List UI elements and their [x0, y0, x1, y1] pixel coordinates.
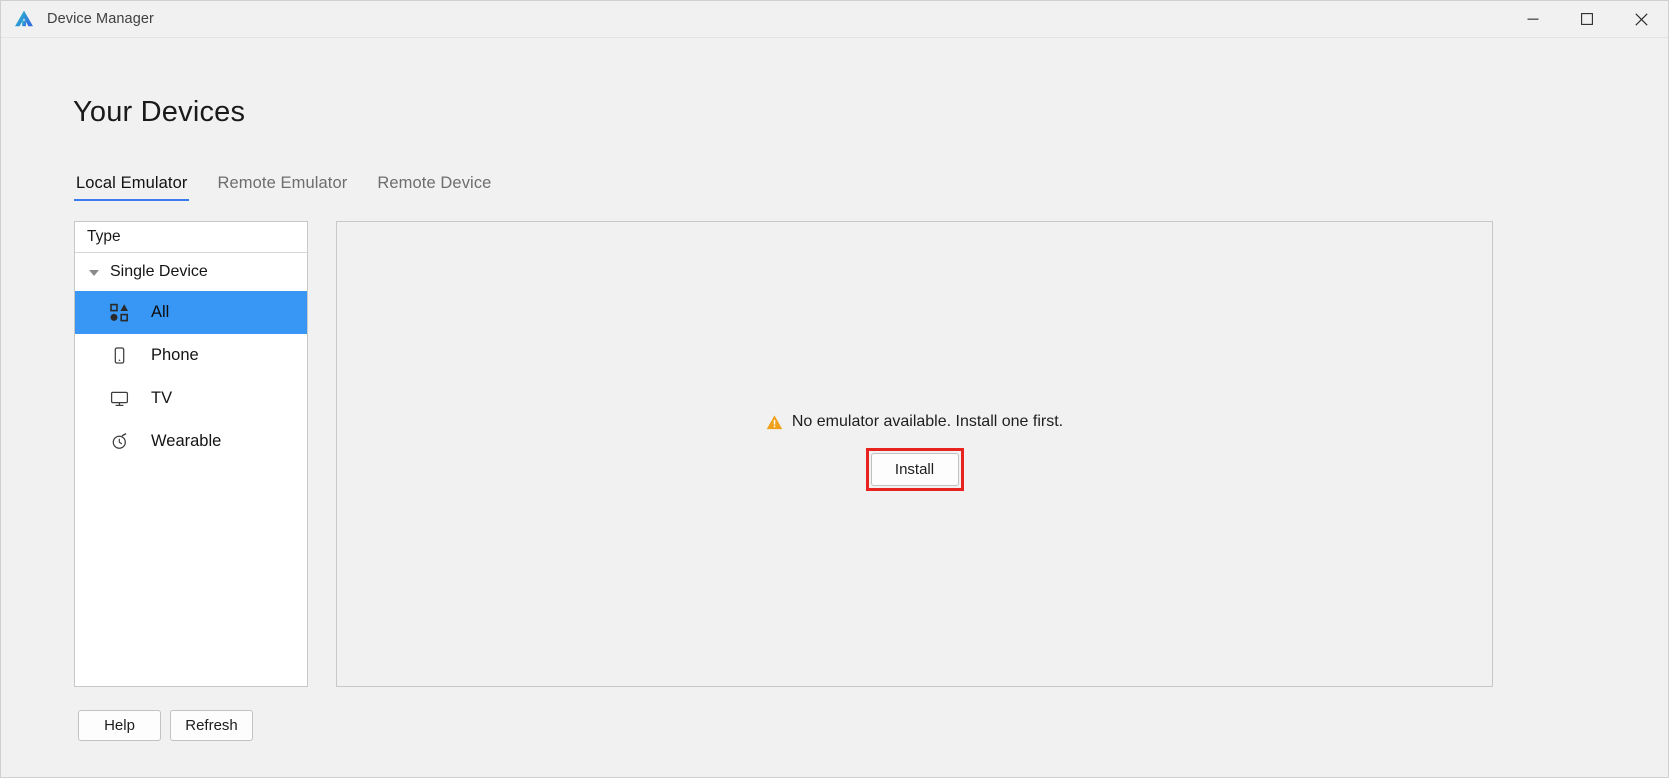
empty-state-message: No emulator available. Install one first…: [791, 413, 1064, 430]
caret-down-icon[interactable]: [89, 270, 99, 276]
close-icon: [1634, 12, 1648, 26]
help-button[interactable]: Help: [78, 710, 161, 741]
type-sidebar: Type Single Device All Phone TV Wearable: [74, 221, 308, 687]
tree-group-label: Single Device: [110, 263, 208, 280]
install-button-highlight: Install: [865, 448, 964, 491]
footer-buttons: Help Refresh: [78, 710, 253, 741]
deveco-logo-icon: [13, 8, 35, 30]
warning-triangle-icon: [766, 414, 783, 431]
tab-bar: Local Emulator Remote Emulator Remote De…: [74, 174, 493, 201]
sidebar-item-all[interactable]: All: [75, 291, 307, 334]
sidebar-item-wearable[interactable]: Wearable: [75, 420, 307, 463]
minimize-icon: [1527, 18, 1539, 20]
title-bar-left: Device Manager: [1, 8, 154, 30]
install-button[interactable]: Install: [870, 453, 959, 486]
empty-state: No emulator available. Install one first…: [766, 413, 1063, 491]
title-bar: Device Manager: [1, 1, 1668, 38]
sidebar-item-label: Phone: [151, 346, 199, 364]
tab-remote-device[interactable]: Remote Device: [375, 174, 493, 201]
refresh-button[interactable]: Refresh: [170, 710, 253, 741]
phone-icon: [109, 346, 129, 366]
sidebar-header: Type: [75, 222, 307, 253]
tab-remote-emulator[interactable]: Remote Emulator: [215, 174, 349, 201]
main-row: Type Single Device All Phone TV Wearable…: [74, 221, 1493, 687]
device-detail-panel: No emulator available. Install one first…: [336, 221, 1493, 687]
sidebar-item-label: TV: [151, 389, 173, 407]
main-content: Your Devices Local Emulator Remote Emula…: [1, 38, 1668, 777]
tab-local-emulator[interactable]: Local Emulator: [74, 174, 190, 201]
minimize-button[interactable]: [1506, 1, 1560, 38]
tv-icon: [109, 389, 129, 409]
sidebar-item-label: Wearable: [151, 432, 222, 450]
sidebar-item-tv[interactable]: TV: [75, 377, 307, 420]
window-controls: [1506, 1, 1668, 38]
empty-state-message-row: No emulator available. Install one first…: [766, 413, 1063, 431]
device-manager-window: Device Manager Your Devices Local Emulat…: [0, 0, 1669, 778]
shapes-grid-icon: [109, 303, 129, 323]
sidebar-item-label: All: [151, 303, 170, 321]
watch-icon: [109, 432, 129, 452]
maximize-icon: [1581, 13, 1593, 25]
page-title: Your Devices: [73, 96, 246, 128]
sidebar-item-phone[interactable]: Phone: [75, 334, 307, 377]
close-button[interactable]: [1614, 1, 1668, 38]
maximize-button[interactable]: [1560, 1, 1614, 38]
tree-group-single-device[interactable]: Single Device: [75, 253, 307, 291]
app-title: Device Manager: [47, 11, 154, 27]
